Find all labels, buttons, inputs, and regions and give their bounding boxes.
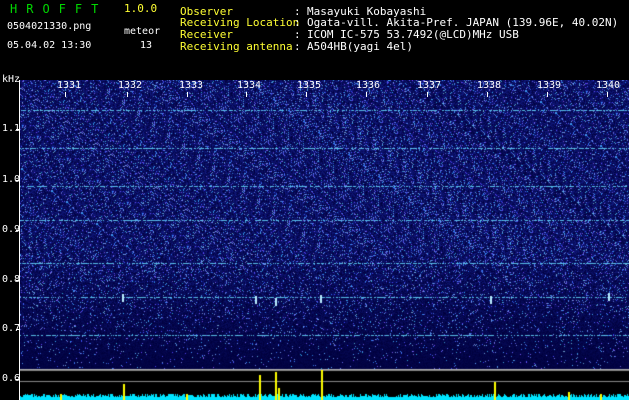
x-tick [65,92,66,97]
signal-strength-strip [20,370,629,400]
x-tick-label: 1340 [596,80,621,91]
x-tick-label: 1336 [356,80,381,91]
location-sep: : [294,16,301,29]
meteor-count-value: 13 [140,40,153,51]
x-tick [427,92,428,97]
x-tick-label: 1338 [477,80,502,91]
x-tick [366,92,367,97]
x-tick [127,92,128,97]
x-tick [547,92,548,97]
x-tick-label: 1334 [237,80,262,91]
antenna-sep: : [294,40,301,53]
receiver-label: Receiver [180,28,233,41]
x-tick [246,92,247,97]
x-tick-label: 1332 [118,80,143,91]
x-tick-label: 1337 [417,80,442,91]
x-tick [607,92,608,97]
app-version: 1.0.0 [124,2,158,15]
meteor-count-label: meteor [124,26,161,37]
y-tick [16,230,20,231]
x-tick [306,92,307,97]
location-label: Receiving Location [180,16,300,29]
y-tick [16,379,20,380]
y-tick [16,329,20,330]
capture-datetime: 05.04.02 13:30 [7,40,92,51]
x-tick-label: 1335 [297,80,322,91]
antenna-label: Receiving antenna [180,40,293,53]
file-name: 0504021330.png [7,21,92,32]
y-tick [16,280,20,281]
x-tick [487,92,488,97]
x-tick-label: 1331 [57,80,82,91]
y-tick [16,180,20,181]
receiver-sep: : [294,28,301,41]
x-tick-label: 1339 [537,80,562,91]
x-tick [187,92,188,97]
receiver-value: ICOM IC-575 53.7492(@LCD)MHz USB [307,28,519,41]
x-tick-label: 1333 [179,80,204,91]
antenna-value: A504HB(yagi 4el) [307,40,413,53]
spectrogram-plot [20,80,629,370]
y-tick [16,129,20,130]
hrofft-screen: HROFFT 1.0.0 0504021330.png 05.04.02 13:… [0,0,629,400]
y-axis-unit: kHz [2,74,21,85]
location-value: Ogata-vill. Akita-Pref. JAPAN (139.96E, … [307,16,619,29]
app-brand: HROFFT [10,2,108,16]
